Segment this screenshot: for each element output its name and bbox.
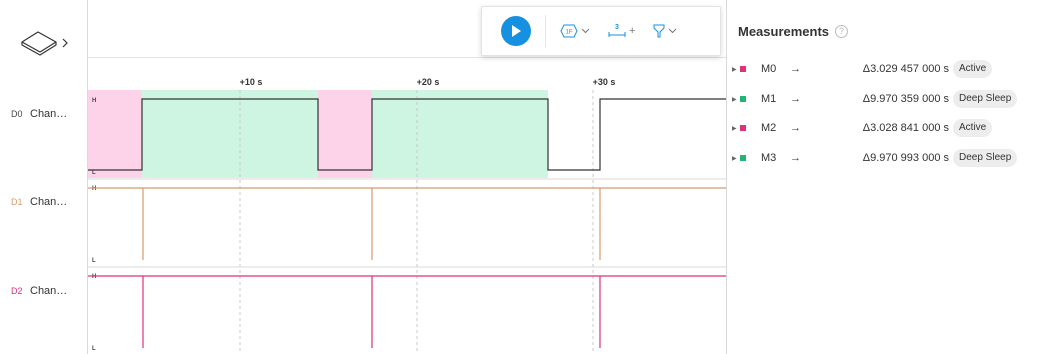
measurement-label: M2 [761, 122, 777, 134]
measurement-row-m2[interactable]: ▶ M2 → Δ3.028 841 000 s Active [727, 118, 1043, 138]
measurement-region-m1[interactable] [142, 90, 318, 178]
play-icon [512, 25, 521, 37]
waveform-d1[interactable] [88, 187, 726, 260]
measurement-color-swatch [740, 125, 746, 131]
measurement-label: M3 [761, 152, 777, 164]
measurement-delta: Δ9.970 993 000 s [862, 152, 949, 164]
measurements-panel: Measurements ? ▶ M0 → Δ3.029 457 000 s A… [727, 0, 1043, 354]
low-label: L [92, 258, 96, 264]
expand-caret-icon[interactable]: ▶ [732, 96, 737, 103]
channel-name[interactable]: Chan… [30, 108, 67, 120]
low-label: L [92, 346, 96, 352]
channel-id: D2 [11, 286, 23, 296]
high-label: H [92, 186, 96, 192]
play-button[interactable] [501, 16, 531, 46]
channel-row-d2[interactable]: D2 Chan… [0, 281, 88, 301]
time-axis: +10 s +20 s +30 s [88, 57, 726, 90]
time-tick: +10 s [239, 77, 263, 87]
measurement-badge[interactable]: Deep Sleep [953, 90, 1018, 108]
arrow-right-icon: → [790, 152, 801, 164]
measurement-label: M0 [761, 63, 777, 75]
help-icon[interactable]: ? [835, 25, 849, 38]
add-measurement-button[interactable]: 3 + [608, 23, 635, 39]
device-menu[interactable] [0, 0, 88, 88]
channel-name[interactable]: Chan… [30, 285, 67, 297]
measurement-delta: Δ9.970 359 000 s [862, 93, 949, 105]
measurement-row-m0[interactable]: ▶ M0 → Δ3.029 457 000 s Active [727, 59, 1043, 79]
channel-id: D1 [11, 197, 23, 207]
measurement-badge[interactable]: Deep Sleep [953, 149, 1018, 167]
measurement-row-m3[interactable]: ▶ M3 → Δ9.970 993 000 s Deep Sleep [727, 148, 1043, 168]
measurement-badge[interactable]: Active [953, 60, 993, 78]
measurement-color-swatch [740, 96, 746, 102]
arrow-right-icon: → [790, 93, 801, 105]
filter-icon [653, 24, 665, 38]
expand-caret-icon[interactable]: ▶ [732, 66, 737, 73]
expand-caret-icon[interactable]: ▶ [732, 125, 737, 132]
measurement-color-swatch [740, 66, 746, 72]
measurement-color-swatch [740, 155, 746, 161]
high-label: H [92, 98, 96, 104]
measurement-delta: Δ3.028 841 000 s [862, 122, 949, 134]
measure-add-icon: 3 [608, 24, 626, 37]
chevron-down-icon [581, 28, 590, 34]
toolbar-divider [545, 15, 546, 47]
arrow-right-icon: → [790, 122, 801, 134]
plus-icon: + [629, 25, 636, 37]
waveform-canvas[interactable]: H L H L H L [88, 90, 726, 354]
low-label: L [92, 170, 96, 176]
measurement-badge[interactable]: Active [953, 119, 993, 137]
filter-button[interactable] [653, 24, 677, 38]
time-tick: +20 s [416, 77, 440, 87]
measurement-row-m1[interactable]: ▶ M1 → Δ9.970 359 000 s Deep Sleep [727, 89, 1043, 109]
waveform-area[interactable]: +10 s +20 s +30 s H L H L H L 1F 3 + [88, 0, 726, 354]
channel-name[interactable]: Chan… [30, 196, 67, 208]
expand-caret-icon[interactable]: ▶ [732, 155, 737, 162]
waveform-d2[interactable] [88, 275, 726, 348]
high-label: H [92, 274, 96, 280]
channel-id: D0 [11, 109, 23, 119]
svg-text:1F: 1F [565, 30, 572, 36]
channel-row-d0[interactable]: D0 Chan… [0, 104, 88, 124]
measurements-title: Measurements [738, 24, 830, 39]
measurement-label: M1 [761, 93, 777, 105]
channel-row-d1[interactable]: D1 Chan… [0, 192, 88, 212]
measurement-region-m2[interactable] [318, 90, 372, 178]
trigger-icon: 1F [560, 24, 578, 38]
channel-column: D0 Chan… D1 Chan… D2 Chan… [0, 0, 88, 354]
device-icon [21, 31, 68, 56]
arrow-right-icon: → [790, 63, 801, 75]
panel-title: Measurements ? [738, 24, 849, 39]
time-tick: +30 s [592, 77, 616, 87]
capture-toolbar: 1F 3 + [481, 6, 721, 56]
measurement-region-m3[interactable] [372, 90, 548, 178]
svg-text:3: 3 [615, 24, 619, 31]
chevron-right-icon [62, 38, 68, 48]
measurement-delta: Δ3.029 457 000 s [862, 63, 949, 75]
chevron-down-icon [669, 28, 677, 34]
trigger-button[interactable]: 1F [560, 24, 590, 38]
